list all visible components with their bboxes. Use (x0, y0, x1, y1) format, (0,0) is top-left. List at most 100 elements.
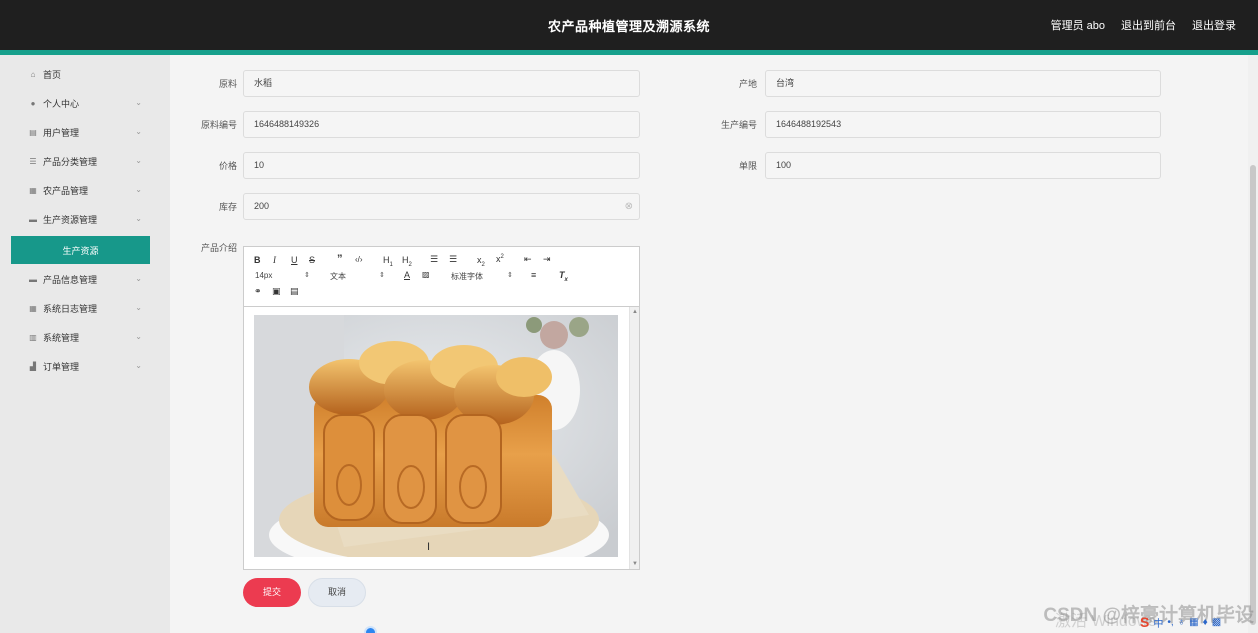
sidebar-item-4-grid[interactable]: ▦ 农产品管理 ⌄ (0, 176, 170, 205)
scroll-down-icon[interactable]: ▼ (632, 561, 638, 567)
chevron-down-icon: ⌄ (135, 98, 142, 107)
material-number-input[interactable]: 1646488149326 (243, 111, 640, 138)
sidebar: ⌂ 首页 ● 个人中心 ⌄ ▤ 用户管理 ⌄ ☰ 产品分类管理 ⌄ ▦ 农产品管理 ⌄ ▬ 生产资源管理 ⌄ 生… (0, 55, 170, 633)
underline-icon[interactable]: U (291, 255, 298, 265)
list-icon: ☰ (29, 157, 37, 166)
chevron-down-icon: ⌄ (135, 274, 142, 283)
price-input[interactable]: 10 (243, 152, 640, 179)
sogou-logo-icon[interactable]: S (1140, 614, 1149, 630)
bread-photo (254, 315, 618, 557)
chart-icon: ▟ (29, 362, 37, 371)
editor-toolbar: B I U S ” ‹/› H1 H2 ☰ ☰ x2 x2 ⇤ ⇥ 14px ⇕ … (244, 247, 639, 307)
strikethrough-icon[interactable]: S (309, 255, 315, 265)
font-color-icon[interactable]: A (404, 270, 410, 280)
sidebar-item-label: 农产品管理 (43, 186, 89, 196)
grid-icon: ▦ (29, 186, 37, 195)
admin-user-link[interactable]: 管理员 abo (1051, 17, 1105, 33)
logout-link[interactable]: 退出登录 (1192, 17, 1236, 33)
user-icon: ● (30, 99, 36, 108)
sidebar-item-label: 订单管理 (43, 362, 80, 372)
field-label-origin: 产地 (738, 79, 757, 89)
ordered-list-icon[interactable]: ☰ (430, 254, 438, 265)
clear-format-icon[interactable]: Tx (559, 270, 568, 283)
limit-input[interactable]: 100 (765, 152, 1161, 179)
ime-mic-icon[interactable]: ♁ (1178, 617, 1186, 628)
page-scrollbar-thumb[interactable] (1250, 165, 1256, 625)
sidebar-item-label: 产品分类管理 (43, 157, 98, 167)
page-scrollbar[interactable] (1248, 55, 1258, 633)
indent-icon[interactable]: ⇥ (543, 254, 551, 265)
sidebar-item-2-bar-chart[interactable]: ▥ 系统管理 ⌄ (0, 323, 170, 352)
background-color-icon[interactable]: ▨ (422, 270, 430, 279)
back-to-frontend-link[interactable]: 退出到前台 (1121, 17, 1176, 33)
material-input[interactable]: 水稻 (243, 70, 640, 97)
sidebar-item-label: 首页 (43, 70, 62, 80)
ime-skin-icon[interactable]: ♦ (1203, 617, 1208, 628)
select-arrow-icon: ⇕ (507, 272, 513, 279)
field-label-limit: 单限 (738, 161, 757, 171)
briefcase-icon: ▬ (29, 215, 37, 224)
sidebar-item-1-grid[interactable]: ▦ 系统日志管理 ⌄ (0, 294, 170, 323)
sidebar-item-label: 系统管理 (43, 333, 80, 343)
heading2-icon[interactable]: H2 (402, 255, 412, 268)
sidebar-subitem-production-resources[interactable]: 生产资源 (11, 236, 150, 264)
editor-content-area[interactable] (244, 307, 629, 569)
sidebar-item-label: 生产资源管理 (43, 215, 98, 225)
bold-icon[interactable]: B (254, 255, 261, 265)
grid-icon: ▦ (29, 304, 37, 313)
sidebar-item-5-briefcase[interactable]: ▬ 生产资源管理 ⌄ (0, 205, 170, 234)
sidebar-item-label: 用户管理 (43, 128, 80, 138)
quote-icon[interactable]: ” (337, 253, 343, 265)
chevron-down-icon: ⌄ (135, 361, 142, 370)
font-size-select[interactable]: 14px ⇕ (255, 271, 310, 280)
cancel-button[interactable]: 取消 (308, 578, 366, 607)
clear-icon[interactable]: ⊗ (625, 194, 633, 219)
italic-icon[interactable]: I (273, 255, 276, 265)
origin-input[interactable]: 台湾 (765, 70, 1161, 97)
select-arrow-icon: ⇕ (379, 272, 385, 279)
stock-value: 200 (254, 201, 270, 211)
sidebar-item-2-users[interactable]: ▤ 用户管理 ⌄ (0, 118, 170, 147)
code-icon[interactable]: ‹/› (355, 255, 363, 264)
link-icon[interactable]: ⚭ (254, 286, 262, 297)
sidebar-item-1-user[interactable]: ● 个人中心 ⌄ (0, 89, 170, 118)
field-label-product-intro: 产品介绍 (200, 243, 237, 253)
sidebar-item-3-list[interactable]: ☰ 产品分类管理 ⌄ (0, 147, 170, 176)
sidebar-item-0-home[interactable]: ⌂ 首页 (0, 60, 170, 89)
text-type-select[interactable]: 文本 ⇕ (330, 271, 385, 282)
sidebar-item-label: 系统日志管理 (43, 304, 98, 314)
stock-input[interactable]: 200 ⊗ (243, 193, 640, 220)
chevron-down-icon: ⌄ (135, 185, 142, 194)
rich-text-editor: B I U S ” ‹/› H1 H2 ☰ ☰ x2 x2 ⇤ ⇥ 14px ⇕ … (243, 246, 640, 570)
ime-chinese-icon[interactable]: 中 (1153, 615, 1163, 630)
ime-punct-icon[interactable]: •, (1167, 617, 1173, 628)
scroll-up-icon[interactable]: ▲ (632, 309, 638, 315)
submit-button[interactable]: 提交 (243, 578, 301, 607)
heading1-icon[interactable]: H1 (383, 255, 393, 268)
sidebar-item-3-chart[interactable]: ▟ 订单管理 ⌄ (0, 352, 170, 381)
ime-keyboard-icon[interactable]: ▦ (1189, 617, 1198, 628)
production-number-input[interactable]: 1646488192543 (765, 111, 1161, 138)
home-icon: ⌂ (30, 70, 36, 79)
chevron-down-icon: ⌄ (135, 156, 142, 165)
font-family-select[interactable]: 标准字体 ⇕ (451, 271, 513, 282)
floating-ball-icon[interactable] (364, 626, 377, 633)
select-arrow-icon: ⇕ (304, 272, 310, 279)
text-cursor-icon: I (427, 541, 431, 553)
top-bar: 农产品种植管理及溯源系统 管理员 abo 退出到前台 退出登录 (0, 0, 1258, 50)
subscript-icon[interactable]: x2 (477, 255, 485, 268)
field-label-production-number: 生产编号 (720, 120, 757, 130)
sidebar-item-0-chat[interactable]: ▬ 产品信息管理 ⌄ (0, 265, 170, 294)
sidebar-item-label: 产品信息管理 (43, 275, 98, 285)
top-links: 管理员 abo 退出到前台 退出登录 (1051, 17, 1236, 33)
sidebar-item-label: 个人中心 (43, 99, 80, 109)
superscript-icon[interactable]: x2 (496, 254, 504, 264)
video-icon[interactable]: ▤ (290, 286, 299, 297)
editor-scrollbar[interactable]: ▲ ▼ (629, 307, 639, 569)
align-icon[interactable]: ≡ (531, 270, 536, 280)
bullet-list-icon[interactable]: ☰ (449, 254, 457, 265)
outdent-icon[interactable]: ⇤ (524, 254, 532, 265)
image-icon[interactable]: ▣ (272, 286, 281, 297)
ime-tray: S 中 •, ♁ ▦ ♦ ▩ (1140, 612, 1258, 632)
ime-tools-icon[interactable]: ▩ (1212, 617, 1221, 628)
